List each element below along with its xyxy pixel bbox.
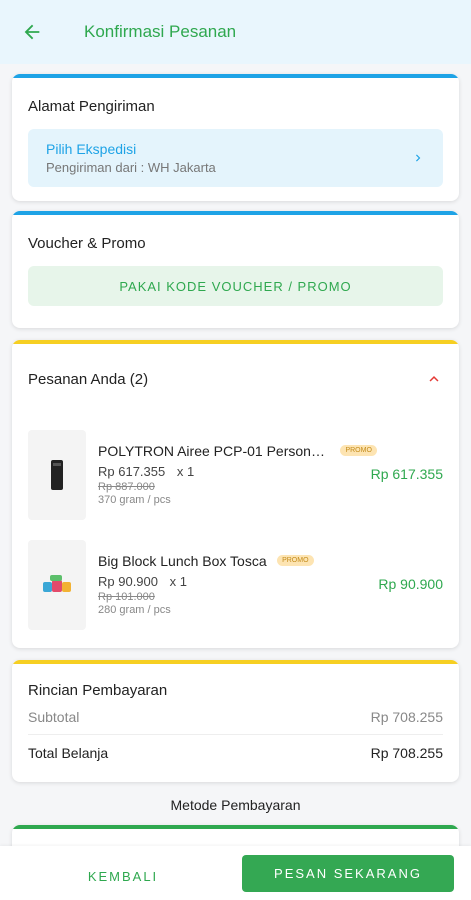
voucher-card: Voucher & Promo PAKAI KODE VOUCHER / PRO… <box>12 211 459 328</box>
original-price: Rp 887.000 <box>98 481 155 493</box>
choose-courier-label: Pilih Ekspedisi <box>46 141 137 157</box>
chevron-right-icon <box>416 154 421 162</box>
product-price: Rp 90.900 <box>98 574 158 589</box>
shipping-title: Alamat Pengiriman <box>28 98 155 115</box>
promo-badge: PROMO <box>277 555 314 567</box>
total-label: Total Belanja <box>28 745 109 761</box>
subtotal-row: Subtotal Rp 708.255 <box>12 709 459 725</box>
card-accent-bar <box>12 340 459 344</box>
page-title: Konfirmasi Pesanan <box>84 22 237 41</box>
orders-header[interactable]: Pesanan Anda (2) <box>12 370 459 388</box>
voucher-title: Voucher & Promo <box>28 235 146 252</box>
orders-card: Pesanan Anda (2) POLYTRON Airee PCP-01 P… <box>12 340 459 648</box>
product-weight: 280 gram / pcs <box>98 604 171 616</box>
product-image <box>28 430 86 520</box>
voucher-code-button[interactable]: PAKAI KODE VOUCHER / PROMO <box>28 266 443 306</box>
back-button[interactable]: KEMBALI <box>38 858 208 894</box>
subtotal-value: Rp 708.255 <box>370 709 443 725</box>
shipping-origin: Pengiriman dari : WH Jakarta <box>46 160 216 175</box>
total-value: Rp 708.255 <box>370 745 443 761</box>
chevron-up-icon[interactable] <box>425 370 443 388</box>
subtotal-label: Subtotal <box>28 709 80 725</box>
item-total: Rp 617.355 <box>370 466 443 482</box>
app-bar: Konfirmasi Pesanan <box>0 0 471 64</box>
item-total: Rp 90.900 <box>378 576 443 592</box>
payment-method-title: Metode Pembayaran <box>170 797 301 813</box>
order-item: POLYTRON Airee PCP-01 Personal Air Coole… <box>28 430 443 520</box>
divider <box>28 734 443 735</box>
shipping-card: Alamat Pengiriman Pilih Ekspedisi Pengir… <box>12 74 459 201</box>
product-quantity: x 1 <box>169 574 187 589</box>
choose-courier-button[interactable]: Pilih Ekspedisi Pengiriman dari : WH Jak… <box>28 129 443 187</box>
card-accent-bar <box>12 211 459 215</box>
card-accent-bar <box>12 74 459 78</box>
bottom-action-bar: KEMBALI PESAN SEKARANG <box>0 846 471 900</box>
product-image <box>28 540 86 630</box>
back-arrow-icon[interactable] <box>0 0 64 64</box>
card-accent-bar <box>12 825 459 829</box>
product-quantity: x 1 <box>176 464 195 479</box>
order-now-button[interactable]: PESAN SEKARANG <box>242 855 454 892</box>
product-price: Rp 617.355 <box>98 464 166 479</box>
product-weight: 370 gram / pcs <box>98 494 171 506</box>
order-item: Big Block Lunch Box Tosca PROMO Rp 90.90… <box>28 540 443 630</box>
original-price: Rp 101.000 <box>98 591 155 603</box>
total-row: Total Belanja Rp 708.255 <box>12 745 459 761</box>
payment-summary-title: Rincian Pembayaran <box>28 682 168 699</box>
product-name: POLYTRON Airee PCP-01 Personal Air Coole… <box>98 442 330 459</box>
orders-title: Pesanan Anda (2) <box>28 370 149 388</box>
product-name: Big Block Lunch Box Tosca <box>98 552 267 569</box>
promo-badge: PROMO <box>340 445 377 457</box>
payment-summary-card: Rincian Pembayaran Subtotal Rp 708.255 T… <box>12 660 459 782</box>
card-accent-bar <box>12 660 459 664</box>
